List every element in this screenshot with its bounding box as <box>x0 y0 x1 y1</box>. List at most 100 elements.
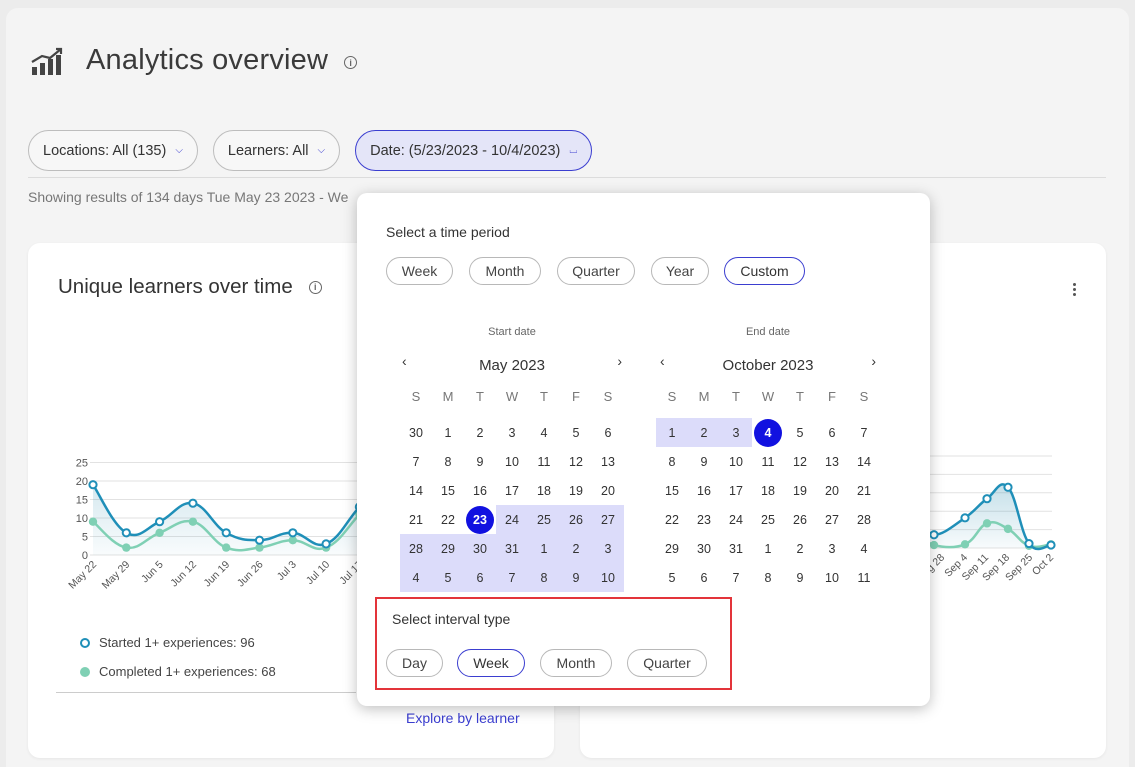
calendar-day[interactable]: 9 <box>464 447 496 476</box>
calendar-day[interactable]: 6 <box>464 563 496 592</box>
calendar-day[interactable]: 15 <box>656 476 688 505</box>
calendar-day[interactable]: 3 <box>592 534 624 563</box>
calendar-day[interactable]: 9 <box>688 447 720 476</box>
calendar-day[interactable]: 3 <box>816 534 848 563</box>
calendar-day[interactable]: 7 <box>848 418 880 447</box>
calendar-day[interactable]: 29 <box>432 534 464 563</box>
calendar-day[interactable]: 23 <box>464 505 496 534</box>
calendar-day[interactable]: 13 <box>816 447 848 476</box>
next-month-icon[interactable]: › <box>871 353 876 369</box>
calendar-day[interactable]: 28 <box>400 534 432 563</box>
calendar-day[interactable]: 13 <box>592 447 624 476</box>
next-month-icon[interactable]: › <box>617 353 622 369</box>
calendar-day[interactable]: 10 <box>592 563 624 592</box>
calendar-day[interactable]: 6 <box>592 418 624 447</box>
calendar-day[interactable]: 29 <box>656 534 688 563</box>
calendar-day[interactable]: 2 <box>784 534 816 563</box>
data-point[interactable] <box>321 539 331 549</box>
data-point[interactable] <box>1046 540 1056 550</box>
calendar-day[interactable]: 11 <box>848 563 880 592</box>
calendar-day[interactable]: 8 <box>656 447 688 476</box>
calendar-day[interactable]: 1 <box>656 418 688 447</box>
calendar-day[interactable]: 15 <box>432 476 464 505</box>
data-point[interactable] <box>929 530 939 540</box>
calendar-day[interactable]: 9 <box>560 563 592 592</box>
calendar-day[interactable]: 26 <box>784 505 816 534</box>
calendar-day[interactable]: 23 <box>688 505 720 534</box>
calendar-day[interactable]: 5 <box>656 563 688 592</box>
calendar-day[interactable]: 27 <box>592 505 624 534</box>
calendar-day[interactable]: 30 <box>688 534 720 563</box>
data-point[interactable] <box>88 480 98 490</box>
calendar-day[interactable]: 4 <box>528 418 560 447</box>
calendar-day[interactable]: 5 <box>432 563 464 592</box>
calendar-day[interactable]: 7 <box>496 563 528 592</box>
calendar-day[interactable]: 20 <box>816 476 848 505</box>
calendar-day[interactable]: 18 <box>528 476 560 505</box>
locations-filter[interactable]: Locations: All (135) ⌵ <box>28 130 198 171</box>
calendar-day[interactable]: 31 <box>720 534 752 563</box>
calendar-day[interactable]: 14 <box>400 476 432 505</box>
data-point[interactable] <box>929 540 939 550</box>
calendar-day[interactable]: 8 <box>752 563 784 592</box>
data-point[interactable] <box>222 543 231 552</box>
calendar-day[interactable]: 8 <box>432 447 464 476</box>
calendar-day[interactable]: 19 <box>784 476 816 505</box>
period-quarter-button[interactable]: Quarter <box>557 257 635 285</box>
calendar-day[interactable]: 16 <box>688 476 720 505</box>
data-point[interactable] <box>1024 538 1034 549</box>
calendar-day[interactable]: 2 <box>688 418 720 447</box>
calendar-day[interactable]: 2 <box>464 418 496 447</box>
calendar-day[interactable]: 4 <box>752 418 784 447</box>
calendar-day[interactable]: 1 <box>752 534 784 563</box>
prev-month-icon[interactable]: ‹ <box>660 353 665 369</box>
calendar-day[interactable]: 26 <box>560 505 592 534</box>
calendar-day[interactable]: 4 <box>848 534 880 563</box>
calendar-day[interactable]: 24 <box>720 505 752 534</box>
data-point[interactable] <box>188 498 198 508</box>
calendar-day[interactable]: 1 <box>528 534 560 563</box>
data-point[interactable] <box>960 513 970 523</box>
calendar-day[interactable]: 24 <box>496 505 528 534</box>
period-month-button[interactable]: Month <box>469 257 541 285</box>
data-point[interactable] <box>1003 524 1013 534</box>
calendar-day[interactable]: 21 <box>400 505 432 534</box>
calendar-day[interactable]: 25 <box>752 505 784 534</box>
calendar-day[interactable]: 22 <box>432 505 464 534</box>
data-point[interactable] <box>982 494 992 504</box>
calendar-day[interactable]: 8 <box>528 563 560 592</box>
data-point[interactable] <box>960 540 970 549</box>
calendar-day[interactable]: 10 <box>496 447 528 476</box>
calendar-day[interactable]: 4 <box>400 563 432 592</box>
date-filter[interactable]: Date: (5/23/2023 - 10/4/2023) ⌴ <box>355 130 593 171</box>
data-point[interactable] <box>254 535 265 545</box>
data-point[interactable] <box>188 517 198 526</box>
calendar-day[interactable]: 7 <box>720 563 752 592</box>
data-point[interactable] <box>221 528 231 538</box>
calendar-day[interactable]: 20 <box>592 476 624 505</box>
calendar-day[interactable]: 11 <box>752 447 784 476</box>
data-point[interactable] <box>155 528 164 537</box>
calendar-day[interactable]: 5 <box>784 418 816 447</box>
calendar-day[interactable]: 10 <box>816 563 848 592</box>
data-point[interactable] <box>982 519 992 528</box>
calendar-day[interactable]: 3 <box>496 418 528 447</box>
calendar-day[interactable]: 16 <box>464 476 496 505</box>
period-week-button[interactable]: Week <box>386 257 453 285</box>
period-custom-button[interactable]: Custom <box>724 257 805 285</box>
calendar-day[interactable]: 21 <box>848 476 880 505</box>
calendar-day[interactable]: 17 <box>496 476 528 505</box>
calendar-day[interactable]: 12 <box>784 447 816 476</box>
data-point[interactable] <box>88 517 98 526</box>
calendar-day[interactable]: 6 <box>688 563 720 592</box>
data-point[interactable] <box>1003 482 1013 492</box>
info-icon[interactable]: i <box>344 56 358 69</box>
calendar-day[interactable]: 14 <box>848 447 880 476</box>
calendar-day[interactable]: 3 <box>720 418 752 447</box>
calendar-day[interactable]: 9 <box>784 563 816 592</box>
calendar-day[interactable]: 1 <box>432 418 464 447</box>
calendar-day[interactable]: 22 <box>656 505 688 534</box>
calendar-day[interactable]: 27 <box>816 505 848 534</box>
data-point[interactable] <box>155 517 165 527</box>
calendar-day[interactable]: 7 <box>400 447 432 476</box>
